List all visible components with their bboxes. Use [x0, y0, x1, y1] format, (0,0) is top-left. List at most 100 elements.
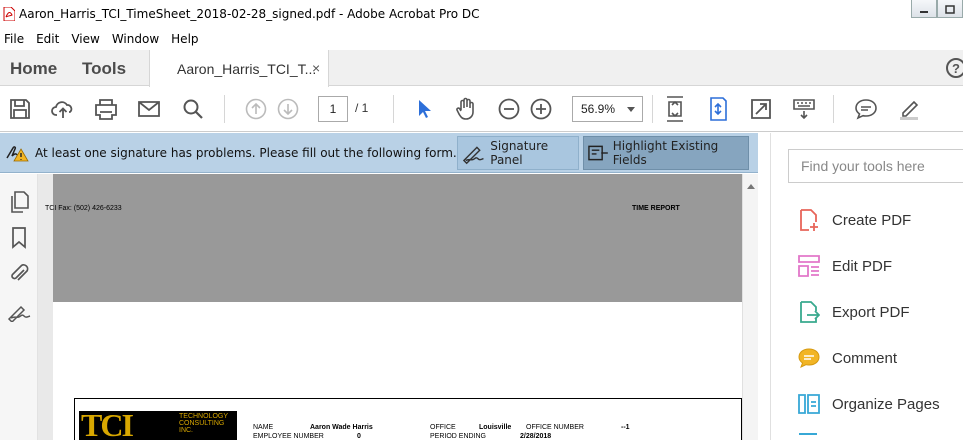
create-pdf-icon [797, 208, 821, 232]
cloud-upload-icon [51, 101, 73, 118]
full-screen-button[interactable] [748, 96, 774, 122]
organize-pages-icon [797, 392, 821, 416]
name-value: Aaron Wade Harris [310, 424, 373, 431]
scroll-up-icon[interactable] [747, 184, 755, 189]
tab-bar: Home Tools Aaron_Harris_TCI_T... × ? [0, 50, 963, 87]
tool-create-pdf[interactable]: Create PDF [797, 207, 911, 233]
comment-button[interactable] [853, 96, 879, 122]
window-controls [911, 0, 963, 20]
name-label: NAME [253, 424, 274, 431]
upload-button[interactable] [50, 96, 76, 122]
tool-label: Export PDF [832, 303, 910, 321]
previous-page-button[interactable] [243, 96, 269, 122]
tab-document-label: Aaron_Harris_TCI_T... [177, 61, 317, 77]
signature-notification-bar: At least one signature has problems. Ple… [0, 133, 758, 173]
tci-logo: TCI TECHNOLOGY CONSULTING INC. [79, 407, 237, 440]
tab-document[interactable]: Aaron_Harris_TCI_T... × [149, 50, 329, 87]
highlight-fields-button[interactable]: Highlight Existing Fields [583, 136, 749, 170]
paperclip-icon [11, 264, 29, 281]
vertical-scrollbar[interactable] [742, 174, 758, 440]
edit-pdf-icon [797, 254, 821, 278]
next-page-button[interactable] [275, 96, 301, 122]
zoom-out-button[interactable] [496, 96, 522, 122]
page-thumbnails-button[interactable] [7, 190, 31, 214]
keyboard-tools-button[interactable] [791, 96, 817, 122]
fit-page-icon [667, 96, 683, 122]
attachments-button[interactable] [7, 261, 31, 285]
zoom-dropdown[interactable]: 56.9% [572, 96, 643, 122]
tab-tools[interactable]: Tools [82, 59, 126, 79]
report-title: TIME REPORT [632, 205, 680, 212]
signature-panel-label: Signature Panel [490, 139, 549, 167]
fit-page-button[interactable] [662, 96, 688, 122]
highlight-pen-button[interactable] [896, 96, 922, 122]
pages-icon [11, 191, 29, 213]
menu-view[interactable]: View [71, 32, 99, 46]
chevron-down-icon [627, 107, 635, 112]
zoom-in-icon [530, 98, 552, 120]
left-navigation-rail [0, 174, 38, 440]
email-button[interactable] [136, 96, 162, 122]
signature-panel-button[interactable]: Signature Panel [457, 136, 579, 170]
page-scroll-icon [710, 97, 727, 121]
tool-label: Organize Pages [832, 395, 940, 413]
window-title: Aaron_Harris_TCI_TimeSheet_2018-02-28_si… [19, 7, 480, 21]
menu-edit[interactable]: Edit [36, 32, 59, 46]
arrow-down-circle-icon [277, 98, 299, 120]
pen-icon [900, 100, 919, 120]
page-number-input[interactable]: 1 [318, 96, 348, 122]
highlight-fields-icon [588, 145, 608, 161]
acrobat-logo-icon [3, 7, 15, 21]
comment-icon [797, 346, 821, 370]
hand-tool-button[interactable] [453, 96, 479, 122]
expand-icon [751, 99, 771, 119]
zoom-in-button[interactable] [528, 96, 554, 122]
export-pdf-icon [797, 300, 821, 324]
tool-export-pdf[interactable]: Export PDF [797, 299, 910, 325]
signature-pen-icon [462, 146, 484, 165]
toolbar-separator [224, 95, 225, 123]
zoom-out-icon [498, 98, 520, 120]
toolbar-separator [833, 95, 834, 123]
help-icon[interactable]: ? [946, 58, 963, 78]
fax-number: TCI Fax: (502) 426-6233 [45, 205, 122, 212]
highlight-fields-label: Highlight Existing Fields [612, 139, 719, 167]
tool-organize-pages[interactable]: Organize Pages [797, 391, 940, 417]
save-button[interactable] [7, 96, 33, 122]
menu-window[interactable]: Window [112, 32, 159, 46]
employee-number-label: EMPLOYEE NUMBER [253, 433, 324, 440]
tools-search-input[interactable]: Find your tools here [788, 149, 963, 183]
next-tool-icon-partial [799, 433, 817, 440]
signature-icon [7, 305, 31, 322]
tab-home[interactable]: Home [10, 59, 57, 79]
cursor-arrow-icon [419, 100, 431, 118]
office-number-value: --1 [621, 424, 630, 431]
timesheet-header-box: TCI TECHNOLOGY CONSULTING INC. NAME Aaro… [74, 398, 742, 440]
employee-number-value: 0 [357, 433, 361, 440]
page-total: / 1 [355, 101, 369, 115]
tci-logo-text: TCI [81, 407, 134, 440]
keyboard-icon [793, 99, 815, 120]
tool-comment[interactable]: Comment [797, 345, 897, 371]
bookmarks-button[interactable] [7, 226, 31, 250]
tci-logo-tagline: TECHNOLOGY CONSULTING INC. [179, 413, 228, 434]
menu-file[interactable]: File [4, 32, 24, 46]
search-button[interactable] [180, 96, 206, 122]
hand-icon [456, 97, 474, 120]
menu-help[interactable]: Help [171, 32, 198, 46]
select-tool-button[interactable] [411, 96, 437, 122]
minimize-button[interactable] [911, 0, 937, 18]
print-icon [95, 99, 117, 120]
signature-problem-message: At least one signature has problems. Ple… [35, 146, 457, 160]
arrow-up-circle-icon [245, 98, 267, 120]
period-ending-label: PERIOD ENDING [430, 433, 487, 440]
close-tab-icon[interactable]: × [312, 60, 320, 76]
signatures-button[interactable] [7, 299, 31, 323]
print-button[interactable] [93, 96, 119, 122]
tool-edit-pdf[interactable]: Edit PDF [797, 253, 892, 279]
scroll-mode-button[interactable] [705, 96, 731, 122]
office-label: OFFICE [430, 424, 456, 431]
restore-button[interactable] [937, 0, 963, 18]
save-icon [10, 99, 30, 119]
tool-label: Comment [832, 349, 898, 367]
